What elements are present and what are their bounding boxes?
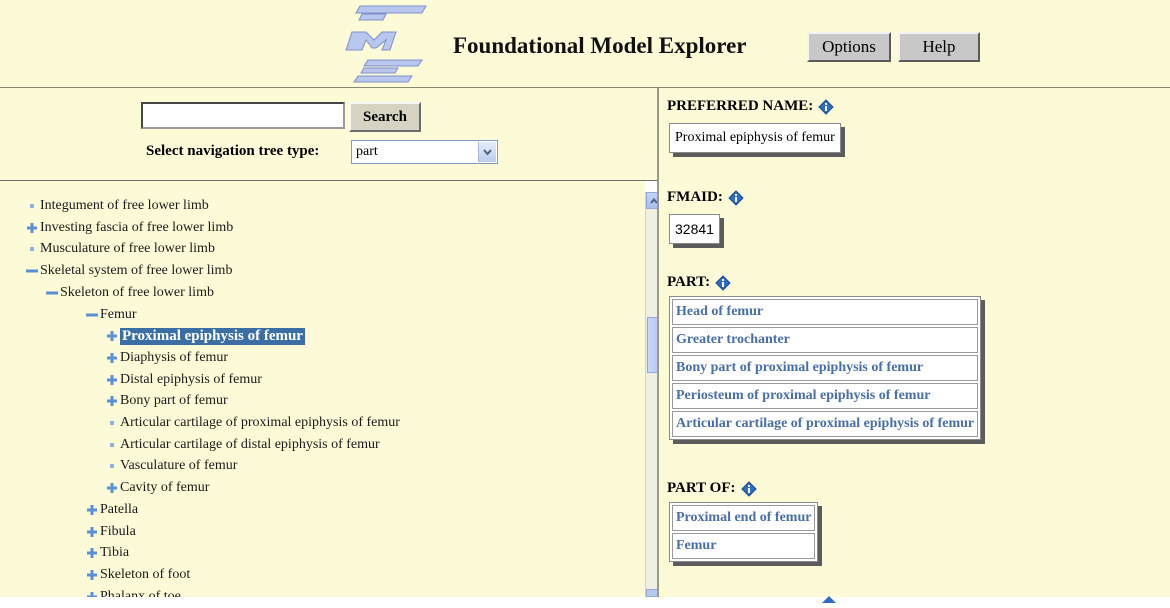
tree-item[interactable]: Diaphysis of femur xyxy=(106,348,228,368)
expand-plus-icon[interactable] xyxy=(106,395,118,407)
tree-item-label: Musculature of free lower limb xyxy=(40,241,215,256)
tree-item-label: Fibula xyxy=(100,524,136,539)
part-of-heading-label: PART OF: xyxy=(667,480,736,496)
app-title: Foundational Model Explorer xyxy=(453,33,747,58)
expand-plus-icon[interactable] xyxy=(26,222,38,234)
tree-item[interactable]: Phalanx of toe xyxy=(86,587,181,597)
tree-item-label: Skeleton of foot xyxy=(100,567,191,582)
header-bar: Foundational Model Explorer Options Help xyxy=(0,0,1170,88)
info-icon[interactable] xyxy=(715,274,731,291)
expand-plus-icon[interactable] xyxy=(106,482,118,494)
search-panel: Search Select navigation tree type: part xyxy=(0,88,657,181)
tree-item[interactable]: Femur xyxy=(86,305,137,325)
tree-item-label: Tibia xyxy=(100,545,130,560)
info-icon[interactable] xyxy=(821,590,837,608)
info-icon[interactable] xyxy=(818,98,834,115)
part-link[interactable]: Bony part of proximal epiphysis of femur xyxy=(672,355,979,381)
expand-plus-icon[interactable] xyxy=(86,547,98,559)
part-list: Head of femur Greater trochanter Bony part… xyxy=(669,296,982,440)
tree-item-label: Cavity of femur xyxy=(120,480,210,495)
details-panel: PREFERRED NAME: Proximal epiphysis of fe… xyxy=(657,88,1170,603)
help-button[interactable]: Help xyxy=(898,32,980,62)
expand-plus-icon[interactable] xyxy=(106,330,118,342)
tree-item-label: Proximal epiphysis of femur xyxy=(120,327,305,345)
tree-item-label: Distal epiphysis of femur xyxy=(120,372,262,387)
tree-item-label: Bony part of femur xyxy=(120,393,228,408)
nav-tree-type-select[interactable]: part xyxy=(351,140,498,164)
options-button[interactable]: Options xyxy=(807,32,891,62)
search-input[interactable] xyxy=(141,102,345,129)
leaf-bullet-icon xyxy=(106,417,118,429)
fmaid-heading-label: FMAID: xyxy=(667,189,723,205)
search-button[interactable]: Search xyxy=(349,102,421,132)
part-heading-label: PART: xyxy=(667,274,711,290)
tree-item[interactable]: Bony part of femur xyxy=(106,391,228,411)
expand-plus-icon[interactable] xyxy=(106,374,118,386)
expand-plus-icon[interactable] xyxy=(106,352,118,364)
tree-item-label: Femur xyxy=(100,307,137,322)
tree-item[interactable]: Skeletal system of free lower limb xyxy=(26,261,232,281)
nav-tree-type-value: part xyxy=(356,144,378,159)
fmaid-value: 32841 xyxy=(669,214,720,244)
preferred-name-value: Proximal epiphysis of femur xyxy=(669,123,841,153)
part-link[interactable]: Head of femur xyxy=(672,299,979,325)
expand-plus-icon[interactable] xyxy=(86,526,98,538)
expand-plus-icon[interactable] xyxy=(86,591,98,597)
tree-item[interactable]: Fibula xyxy=(86,522,136,542)
navigation-tree: Integument of free lower limb Investing f… xyxy=(0,181,645,597)
part-of-list: Proximal end of femur Femur xyxy=(669,502,819,562)
tree-item-label: Articular cartilage of proximal epiphysi… xyxy=(120,415,400,430)
part-of-heading: PART OF: xyxy=(667,480,757,497)
tree-item-label: Patella xyxy=(100,502,139,517)
part-link[interactable]: Greater trochanter xyxy=(672,327,979,353)
tree-item[interactable]: Musculature of free lower limb xyxy=(26,239,215,259)
info-icon[interactable] xyxy=(728,189,744,206)
tree-item[interactable]: Patella xyxy=(86,500,138,520)
tree-item[interactable]: Skeleton of foot xyxy=(86,565,190,585)
tree-item[interactable]: Distal epiphysis of femur xyxy=(106,370,262,390)
tree-item[interactable]: Investing fascia of free lower limb xyxy=(26,218,233,238)
tree-item[interactable]: Articular cartilage of distal epiphysis … xyxy=(106,435,380,455)
tree-item-label: Skeletal system of free lower limb xyxy=(40,263,233,278)
tree-item[interactable]: Articular cartilage of proximal epiphysi… xyxy=(106,413,400,433)
tree-item[interactable]: Proximal epiphysis of femur xyxy=(106,326,305,346)
leaf-bullet-icon xyxy=(26,200,38,212)
tree-item-label: Phalanx of toe xyxy=(100,589,181,597)
nav-tree-type-label: Select navigation tree type: xyxy=(146,143,320,159)
tree-item[interactable]: Skeleton of free lower limb xyxy=(46,283,214,303)
collapse-minus-icon[interactable] xyxy=(46,287,58,299)
expand-plus-icon[interactable] xyxy=(86,504,98,516)
preferred-name-heading: PREFERRED NAME: xyxy=(667,98,834,115)
fme-logo xyxy=(338,4,428,84)
part-heading: PART: xyxy=(667,274,731,291)
part-link[interactable]: Articular cartilage of proximal epiphysi… xyxy=(672,411,979,437)
tree-item[interactable]: Tibia xyxy=(86,543,129,563)
part-of-link[interactable]: Femur xyxy=(672,533,816,559)
leaf-bullet-icon xyxy=(106,439,118,451)
leaf-bullet-icon xyxy=(106,460,118,472)
preferred-name-heading-label: PREFERRED NAME: xyxy=(667,98,814,114)
tree-item-label: Articular cartilage of distal epiphysis … xyxy=(120,437,380,452)
part-link[interactable]: Periosteum of proximal epiphysis of femu… xyxy=(672,383,979,409)
tree-item-label: Vasculature of femur xyxy=(120,458,238,473)
tree-item-label: Skeleton of free lower limb xyxy=(60,285,214,300)
tree-item-label: Diaphysis of femur xyxy=(120,350,229,365)
expand-plus-icon[interactable] xyxy=(86,569,98,581)
collapse-minus-icon[interactable] xyxy=(86,309,98,321)
part-of-link[interactable]: Proximal end of femur xyxy=(672,505,816,531)
info-icon[interactable] xyxy=(740,480,757,497)
tree-item[interactable]: Cavity of femur xyxy=(106,478,209,498)
tree-item-label: Integument of free lower limb xyxy=(40,198,209,213)
tree-item-label: Investing fascia of free lower limb xyxy=(40,220,234,235)
tree-item[interactable]: Vasculature of femur xyxy=(106,456,237,476)
fmaid-heading: FMAID: xyxy=(667,189,744,206)
tree-item[interactable]: Integument of free lower limb xyxy=(26,196,209,216)
collapse-minus-icon[interactable] xyxy=(26,265,38,277)
chevron-down-icon[interactable] xyxy=(478,142,496,162)
leaf-bullet-icon xyxy=(26,243,38,255)
